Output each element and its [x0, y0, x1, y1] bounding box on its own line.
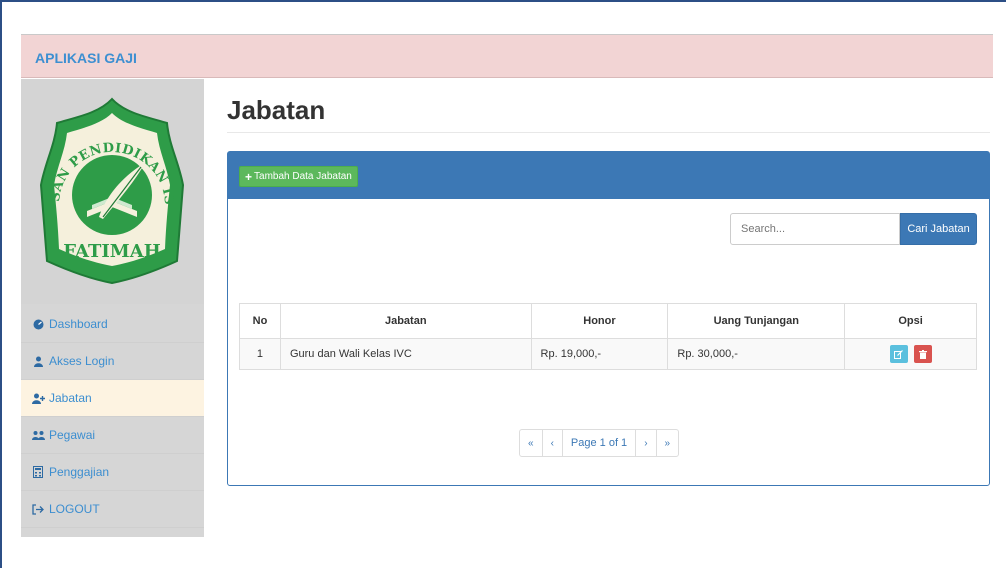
- sidebar-item-label: Jabatan: [49, 391, 92, 405]
- edit-icon: [894, 349, 903, 359]
- sidebar-item-pegawai[interactable]: Pegawai: [21, 417, 204, 454]
- user-icon: [31, 355, 45, 367]
- table-header-row: No Jabatan Honor Uang Tunjangan Opsi: [239, 303, 977, 339]
- edit-button[interactable]: [889, 345, 908, 363]
- page-indicator: Page 1 of 1: [563, 430, 637, 456]
- first-page-button[interactable]: «: [520, 430, 543, 456]
- sidebar-item-label: Dashboard: [49, 317, 108, 331]
- user-add-icon: [31, 392, 45, 404]
- column-header-honor: Honor: [530, 303, 669, 339]
- search-input[interactable]: [730, 213, 900, 245]
- column-header-opsi: Opsi: [844, 303, 977, 339]
- panel-header: + Tambah Data Jabatan: [228, 152, 989, 199]
- prev-page-button[interactable]: ‹: [543, 430, 563, 456]
- logo-bottom-text: FATIMAH: [63, 241, 160, 262]
- column-header-no: No: [239, 303, 281, 339]
- top-navbar: APLIKASI GAJI: [21, 34, 993, 78]
- sidebar-menu: Dashboard Akses Login Jabatan Pegawai Pe…: [21, 306, 204, 528]
- add-jabatan-label: Tambah Data Jabatan: [254, 171, 352, 182]
- cell-no: 1: [239, 338, 281, 370]
- add-jabatan-button[interactable]: + Tambah Data Jabatan: [239, 166, 358, 187]
- column-header-uang-tunjangan: Uang Tunjangan: [667, 303, 846, 339]
- sidebar: YAYASAN PENDIDIKAN ISLAM FATIMAH Dashboa…: [21, 79, 204, 537]
- sidebar-item-dashboard[interactable]: Dashboard: [21, 306, 204, 343]
- sidebar-item-akses-login[interactable]: Akses Login: [21, 343, 204, 380]
- app-window: APLIKASI GAJI YA: [0, 0, 1006, 568]
- sidebar-item-penggajian[interactable]: Penggajian: [21, 454, 204, 491]
- next-page-button[interactable]: ›: [636, 430, 657, 456]
- jabatan-panel: + Tambah Data Jabatan Cari Jabatan No Ja…: [227, 151, 990, 486]
- delete-button[interactable]: [913, 345, 932, 363]
- cell-jabatan: Guru dan Wali Kelas IVC: [279, 338, 532, 370]
- sidebar-item-label: LOGOUT: [49, 502, 100, 516]
- app-brand[interactable]: APLIKASI GAJI: [35, 50, 137, 66]
- cell-honor: Rp. 19,000,-: [530, 338, 669, 370]
- sidebar-item-logout[interactable]: LOGOUT: [21, 491, 204, 528]
- table-row: 1 Guru dan Wali Kelas IVC Rp. 19,000,- R…: [239, 338, 977, 370]
- logo-area: YAYASAN PENDIDIKAN ISLAM FATIMAH: [21, 79, 204, 304]
- logout-icon: [31, 503, 45, 515]
- cell-uang-tunjangan: Rp. 30,000,-: [667, 338, 846, 370]
- calculator-icon: [31, 466, 45, 478]
- school-logo: YAYASAN PENDIDIKAN ISLAM FATIMAH: [37, 93, 185, 285]
- search-button[interactable]: Cari Jabatan: [900, 213, 977, 245]
- trash-icon: [918, 349, 927, 359]
- pagination: « ‹ Page 1 of 1 › »: [519, 429, 680, 457]
- last-page-button[interactable]: »: [657, 430, 679, 456]
- title-divider: [227, 132, 990, 133]
- search-group: Cari Jabatan: [730, 213, 977, 245]
- dashboard-icon: [31, 318, 45, 330]
- column-header-jabatan: Jabatan: [279, 303, 532, 339]
- plus-icon: +: [245, 169, 253, 184]
- page-title: Jabatan: [227, 95, 326, 125]
- jabatan-table: No Jabatan Honor Uang Tunjangan Opsi 1 G…: [239, 303, 977, 370]
- sidebar-item-label: Akses Login: [49, 354, 115, 368]
- sidebar-item-label: Pegawai: [49, 428, 96, 442]
- cell-opsi: [844, 338, 977, 370]
- sidebar-item-jabatan[interactable]: Jabatan: [21, 380, 204, 417]
- users-icon: [31, 429, 45, 441]
- sidebar-item-label: Penggajian: [49, 465, 110, 479]
